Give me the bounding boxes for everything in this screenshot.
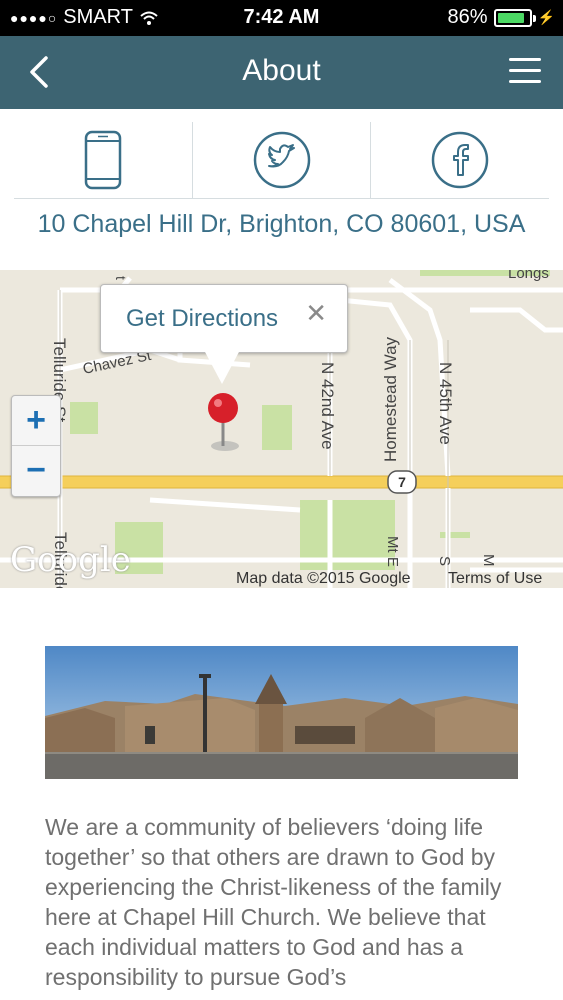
park-area	[262, 405, 292, 450]
map-terms-link[interactable]: Terms of Use	[448, 570, 542, 588]
pin-shadow	[211, 441, 239, 451]
facebook-button[interactable]	[371, 122, 549, 198]
zoom-out-button[interactable]: −	[12, 446, 60, 495]
street-label-mt-e: Mt E	[384, 536, 401, 567]
status-bar: ●●●●○ SMART 7:42 AM 86% ⚡	[0, 0, 563, 36]
close-icon[interactable]: ✕	[305, 298, 327, 329]
about-description: We are a community of believers ‘doing l…	[45, 814, 502, 990]
street-label-n45th: N 45th Ave	[436, 362, 455, 445]
street-label-homestead: Homestead Way	[381, 336, 400, 462]
twitter-icon	[253, 131, 310, 189]
hamburger-menu-icon[interactable]	[509, 58, 541, 86]
street-label-n42nd: N 42nd Ave	[318, 362, 337, 450]
street-label-longs: Longs	[508, 270, 549, 282]
street-label-fragment: S	[436, 556, 453, 566]
map-data-credit: Map data ©2015 Google	[236, 570, 411, 587]
church-address[interactable]: 10 Chapel Hill Dr, Brighton, CO 80601, U…	[0, 210, 563, 239]
get-directions-callout[interactable]: Get Directions ✕	[100, 284, 348, 353]
twitter-button[interactable]	[193, 122, 372, 198]
page-title: About	[242, 54, 321, 87]
route-7-label: 7	[398, 474, 406, 490]
phone-icon	[84, 130, 122, 190]
park-area	[440, 532, 470, 538]
facebook-icon	[431, 131, 489, 189]
zoom-in-button[interactable]: +	[12, 396, 60, 446]
church-photo	[45, 646, 518, 779]
highway-7	[0, 476, 563, 488]
contact-icons-row	[14, 122, 549, 199]
google-logo: Google	[10, 540, 131, 580]
charging-icon: ⚡	[537, 9, 555, 25]
battery-icon	[493, 8, 536, 27]
phone-button[interactable]	[14, 122, 193, 198]
nav-bar: About	[0, 36, 563, 109]
street-label-fragment: M	[480, 554, 497, 567]
battery-percent: 86%	[447, 6, 488, 28]
map-pin-icon[interactable]	[208, 393, 238, 423]
get-directions-link[interactable]: Get Directions	[126, 305, 278, 333]
street-label-fragment: t	[113, 276, 129, 280]
zoom-controls: + −	[11, 395, 61, 497]
callout-tail	[204, 350, 240, 384]
park-area	[70, 402, 98, 434]
